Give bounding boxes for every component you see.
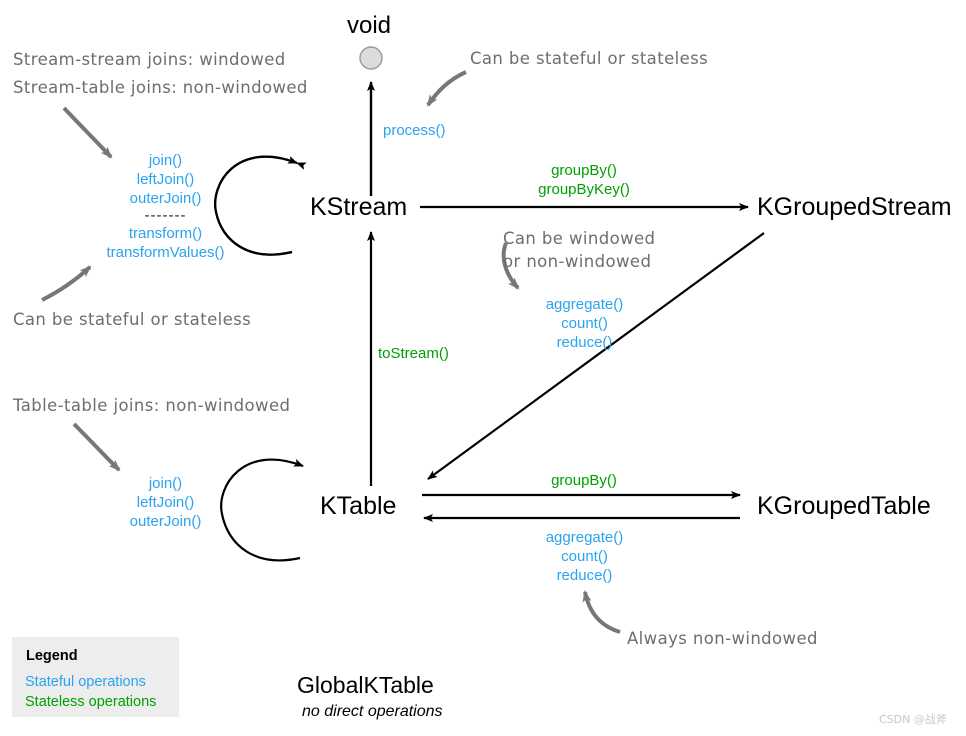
node-label-ktable: KTable — [320, 492, 397, 520]
ops-ktable-self: join() leftJoin() outerJoin() — [98, 474, 233, 531]
diagram-arrows-layer — [41, 46, 765, 634]
node-label-kgroupedstream: KGroupedStream — [757, 193, 952, 221]
annotation-stateful-stateless-top: Can be stateful or stateless — [470, 49, 709, 68]
op-outerjoin: outerJoin() — [129, 190, 202, 207]
annotation-arrow-process — [426, 70, 467, 107]
op-transform: transform() — [128, 225, 203, 242]
void-node-circle — [359, 46, 383, 70]
op-reduce: reduce() — [556, 334, 613, 351]
globalktable-note: no direct operations — [302, 703, 443, 720]
legend-title: Legend — [26, 648, 78, 664]
legend-item-stateless: Stateless operations — [25, 694, 157, 710]
ops-kstream-to-void: process() — [383, 121, 463, 140]
node-label-globalktable: GlobalKTable — [297, 672, 434, 698]
op-join: join() — [148, 152, 183, 169]
node-label-kstream: KStream — [310, 193, 408, 221]
ops-kgroupedstream-to-ktable: aggregate() count() reduce() — [519, 295, 650, 352]
annotation-arrow-table-joins — [72, 422, 121, 472]
watermark: CSDN @战斧 — [879, 713, 947, 726]
annotation-arrow-stream-joins — [62, 106, 113, 159]
node-label-kgroupedtable: KGroupedTable — [757, 492, 931, 520]
op-tostream: toStream() — [378, 345, 449, 362]
ops-separator: ------- — [144, 207, 187, 224]
ops-kgroupedtable-to-ktable: aggregate() count() reduce() — [519, 528, 650, 585]
op-groupby: groupBy() — [551, 162, 617, 179]
op-ktable-join: join() — [148, 475, 183, 492]
annotation-windowed-line1: Can be windowed — [503, 229, 656, 248]
op-leftjoin: leftJoin() — [136, 171, 195, 188]
ops-ktable-to-kstream: toStream() — [378, 344, 468, 363]
annotation-arrow-stateful-left — [41, 265, 92, 302]
annotation-arrow-always-non-windowed — [582, 590, 621, 634]
op-aggregate: aggregate() — [545, 296, 624, 313]
op-ktable-groupby: groupBy() — [551, 472, 617, 489]
annotation-always-non-windowed: Always non-windowed — [627, 629, 818, 648]
annotation-windowed-line2: or non-windowed — [503, 252, 652, 271]
legend: Legend Stateful operations Stateless ope… — [12, 637, 179, 717]
annotation-table-table-joins: Table-table joins: non-windowed — [13, 396, 291, 415]
op-transformvalues: transformValues() — [106, 244, 225, 261]
self-loop-ktable — [220, 458, 304, 562]
kafka-streams-diagram: void KStream KGroupedStream KTable KGrou… — [0, 0, 966, 736]
node-label-void: void — [347, 12, 392, 39]
ops-kstream-self: join() leftJoin() outerJoin() ------- tr… — [98, 151, 233, 262]
op-process: process() — [383, 122, 446, 139]
op-gt-reduce: reduce() — [556, 567, 613, 584]
annotation-stream-table-joins: Stream-table joins: non-windowed — [13, 78, 308, 97]
op-gt-count: count() — [561, 548, 608, 565]
op-gt-aggregate: aggregate() — [545, 529, 624, 546]
op-ktable-outerjoin: outerJoin() — [129, 513, 202, 530]
op-ktable-leftjoin: leftJoin() — [136, 494, 195, 511]
ops-ktable-to-kgroupedtable: groupBy() — [518, 471, 650, 490]
legend-item-stateful: Stateful operations — [25, 674, 146, 690]
op-groupbykey: groupByKey() — [538, 181, 630, 198]
annotation-stateful-stateless-left: Can be stateful or stateless — [13, 310, 252, 329]
op-count: count() — [561, 315, 608, 332]
ops-kstream-to-kgroupedstream: groupBy() groupByKey() — [518, 161, 650, 199]
annotation-stream-stream-joins: Stream-stream joins: windowed — [13, 50, 286, 69]
